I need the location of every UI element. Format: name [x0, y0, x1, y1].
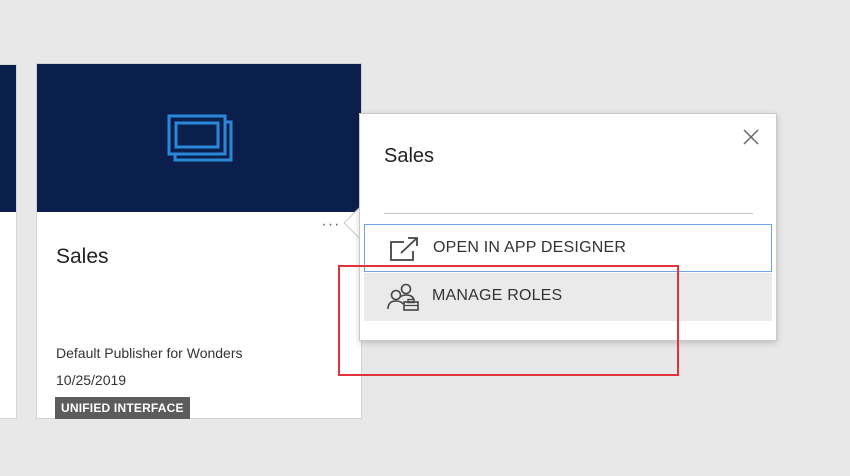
- app-card-title: Sales: [56, 245, 109, 268]
- client-type-badge: UNIFIED INTERFACE: [55, 397, 190, 419]
- open-external-icon: [390, 237, 418, 261]
- manage-roles-icon: [387, 283, 419, 311]
- popup-title: Sales: [384, 145, 435, 167]
- more-options-button[interactable]: ···: [320, 214, 342, 236]
- app-card-hero: [37, 64, 361, 212]
- app-card-date: 10/25/2019: [56, 372, 127, 388]
- app-windows-icon: [167, 114, 233, 162]
- app-card-publisher: Default Publisher for Wonders: [56, 345, 243, 361]
- app-card-sales[interactable]: Sales ··· Default Publisher for Wonders …: [36, 63, 362, 419]
- app-actions-popup: Sales OPEN IN APP DESIGNER MANAGE ROLES: [359, 113, 777, 341]
- app-card-partial[interactable]: [0, 64, 17, 419]
- app-gallery: Sales ··· Default Publisher for Wonders …: [0, 0, 850, 476]
- close-icon[interactable]: [741, 127, 761, 147]
- manage-roles-button[interactable]: MANAGE ROLES: [364, 273, 772, 321]
- app-card-partial-hero: [0, 65, 16, 212]
- open-in-app-designer-label: OPEN IN APP DESIGNER: [433, 239, 627, 256]
- manage-roles-label: MANAGE ROLES: [432, 287, 563, 304]
- open-in-app-designer-button[interactable]: OPEN IN APP DESIGNER: [364, 224, 772, 272]
- popup-divider: [384, 213, 753, 214]
